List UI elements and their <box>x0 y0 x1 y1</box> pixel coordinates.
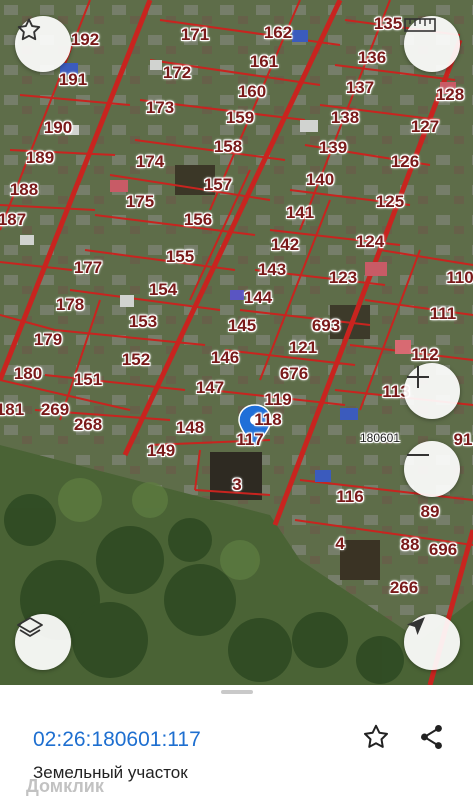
star-icon <box>17 18 41 41</box>
favorite-map-button[interactable] <box>15 16 71 72</box>
parcel-label[interactable]: 191 <box>59 70 87 90</box>
parcel-label[interactable]: 3 <box>232 475 241 495</box>
ruler-icon <box>404 18 436 32</box>
parcel-label[interactable]: 160 <box>238 82 266 102</box>
parcel-label[interactable]: 147 <box>196 378 224 398</box>
parcel-label[interactable]: 142 <box>271 235 299 255</box>
parcel-label[interactable]: 189 <box>26 148 54 168</box>
parcel-label[interactable]: 266 <box>390 578 418 598</box>
plus-icon <box>407 366 429 388</box>
parcel-label[interactable]: 118 <box>254 410 281 430</box>
location-arrow-icon <box>407 617 425 635</box>
parcel-label[interactable]: 152 <box>122 350 150 370</box>
zoom-in-button[interactable] <box>404 363 460 419</box>
parcel-label[interactable]: 157 <box>204 175 232 195</box>
parcel-label[interactable]: 128 <box>436 85 464 105</box>
parcel-label[interactable]: 91 <box>454 430 473 450</box>
parcel-label[interactable]: 175 <box>126 192 154 212</box>
parcel-label[interactable]: 4 <box>335 534 344 554</box>
layers-icon <box>17 617 43 637</box>
parcel-label[interactable]: 171 <box>181 25 209 45</box>
parcel-label[interactable]: 153 <box>129 312 157 332</box>
ruler-button[interactable] <box>404 16 460 72</box>
parcel-label[interactable]: 148 <box>176 418 204 438</box>
parcel-label[interactable]: 156 <box>184 210 212 230</box>
parcel-label[interactable]: 190 <box>44 118 72 138</box>
parcel-label[interactable]: 89 <box>421 502 440 522</box>
parcel-label[interactable]: 158 <box>214 137 242 157</box>
parcel-label[interactable]: 141 <box>286 203 314 223</box>
parcel-label[interactable]: 140 <box>306 170 334 190</box>
watermark: Домклик <box>26 776 104 796</box>
favorite-parcel-button[interactable] <box>358 719 394 755</box>
parcel-label[interactable]: 123 <box>329 268 357 288</box>
parcel-label[interactable]: 187 <box>0 210 26 230</box>
parcel-label[interactable]: 269 <box>41 400 69 420</box>
zoom-out-button[interactable] <box>404 441 460 497</box>
parcel-label[interactable]: 88 <box>401 535 420 555</box>
parcel-label[interactable]: 178 <box>56 295 84 315</box>
parcel-label[interactable]: 174 <box>136 152 164 172</box>
sheet-drag-handle[interactable] <box>221 690 253 694</box>
parcel-label[interactable]: 111 <box>430 304 457 324</box>
parcel-label[interactable]: 161 <box>250 52 278 72</box>
parcel-label[interactable]: 149 <box>147 441 175 461</box>
parcel-label[interactable]: 268 <box>74 415 102 435</box>
star-icon <box>364 724 388 748</box>
parcel-label[interactable]: 112 <box>411 345 438 365</box>
share-icon <box>421 724 442 750</box>
parcel-label[interactable]: 143 <box>258 260 286 280</box>
parcel-label[interactable]: 172 <box>163 63 191 83</box>
parcel-label[interactable]: 116 <box>336 487 363 507</box>
parcel-label[interactable]: 110 <box>446 268 473 288</box>
parcel-label[interactable]: 162 <box>264 23 292 43</box>
layers-button[interactable] <box>15 614 71 670</box>
parcel-label[interactable]: 136 <box>358 48 386 68</box>
parcel-label[interactable]: 159 <box>226 108 254 128</box>
parcel-label[interactable]: 696 <box>429 540 457 560</box>
parcel-label[interactable]: 139 <box>319 138 347 158</box>
map-view[interactable]: 135 192 171 162 136 191 172 161 137 128 173 160 190 1… <box>0 0 473 685</box>
parcel-label[interactable]: 155 <box>166 247 194 267</box>
minus-icon <box>407 454 429 456</box>
parcel-label[interactable]: 135 <box>374 14 402 34</box>
parcel-label[interactable]: 127 <box>411 117 439 137</box>
parcel-label[interactable]: 154 <box>149 280 177 300</box>
parcel-label[interactable]: 138 <box>331 108 359 128</box>
parcel-label[interactable]: 121 <box>289 338 317 358</box>
parcel-label[interactable]: 173 <box>146 98 174 118</box>
parcel-label[interactable]: 146 <box>211 348 239 368</box>
parcel-label[interactable]: 126 <box>391 152 419 172</box>
parcel-label[interactable]: 676 <box>280 364 308 384</box>
parcel-label[interactable]: 181 <box>0 400 24 420</box>
share-button[interactable] <box>414 719 450 755</box>
parcel-label[interactable]: 188 <box>10 180 38 200</box>
parcel-label[interactable]: 125 <box>376 192 404 212</box>
quarter-label: 180601 <box>359 431 401 445</box>
my-location-button[interactable] <box>404 614 460 670</box>
parcel-label[interactable]: 124 <box>356 232 384 252</box>
parcel-label[interactable]: 180 <box>14 364 42 384</box>
parcel-label[interactable]: 179 <box>34 330 62 350</box>
parcel-label[interactable]: 192 <box>71 30 99 50</box>
parcel-label[interactable]: 119 <box>264 390 291 410</box>
parcel-label[interactable]: 177 <box>74 258 102 278</box>
parcel-label[interactable]: 117 <box>236 430 263 450</box>
parcel-label[interactable]: 145 <box>228 316 256 336</box>
parcel-label[interactable]: 137 <box>346 78 374 98</box>
cadastral-number[interactable]: 02:26:180601:117 <box>33 728 201 752</box>
parcel-label[interactable]: 144 <box>244 288 272 308</box>
parcel-label[interactable]: 693 <box>312 316 340 336</box>
parcel-label[interactable]: 151 <box>74 370 102 390</box>
